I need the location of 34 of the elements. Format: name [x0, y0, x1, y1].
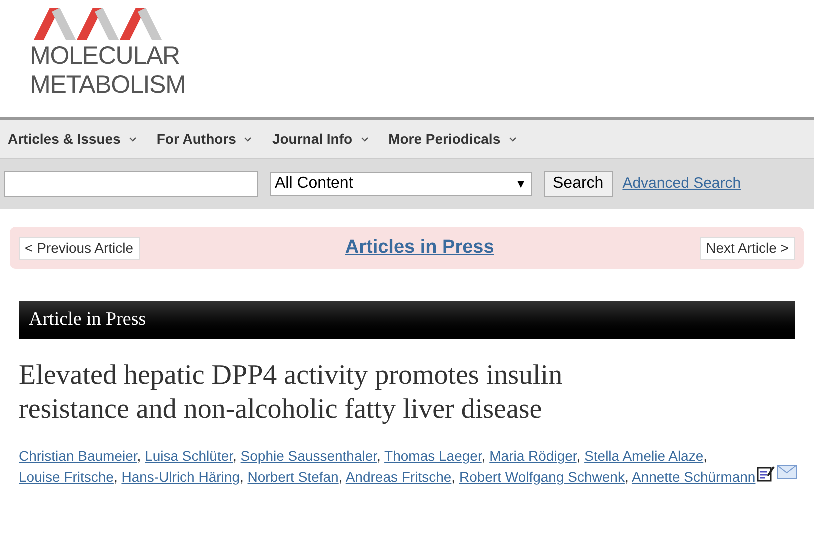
author-link[interactable]: Sophie Saussenthaler	[240, 448, 378, 464]
next-article-button[interactable]: Next Article >	[700, 236, 795, 260]
author-link[interactable]: Stella Amelie Alaze	[584, 448, 704, 464]
chevron-down-icon	[508, 136, 517, 142]
article-title: Elevated hepatic DPP4 activity promotes insulin resistance and non-alcoholic fatty liver disease	[19, 359, 564, 427]
chevron-down-icon	[128, 136, 137, 142]
articles-in-press-link[interactable]: Articles in Press	[345, 234, 494, 262]
author-link[interactable]: Maria Rödiger	[490, 448, 577, 464]
advanced-search-link[interactable]: Advanced Search	[622, 172, 742, 196]
previous-article-button[interactable]: < Previous Article	[19, 236, 140, 260]
search-field[interactable]	[4, 171, 258, 197]
dropdown-arrow-icon: ▼	[515, 175, 527, 193]
nav-menu-item[interactable]: More Periodicals	[388, 128, 517, 150]
author-list: Christian Baumeier, Luisa Schlüter, Sophie Saussenthaler, Thomas Laeger, Maria Rödiger, Stella Amelie Alaze, Louise Fritsche, Hans-Ulrich Häring, Norbert Stefan, Andreas Fritsche, Robert Wolfgang Schwenk, Annette Schürmann	[19, 447, 804, 486]
nav-menu-item[interactable]: For Authors	[156, 128, 252, 150]
chevron-down-icon	[244, 136, 252, 142]
author-link[interactable]: Andreas Fritsche	[346, 469, 452, 485]
logo-text: MOLECULAR	[30, 42, 181, 71]
note-icon[interactable]	[756, 465, 775, 482]
article-type-banner: Article in Press	[19, 301, 795, 339]
author-link[interactable]: Annette Schürmann	[632, 469, 756, 485]
author-link[interactable]: Thomas Laeger	[384, 448, 482, 464]
nav-menu-item[interactable]: Articles & Issues	[8, 128, 137, 150]
logo-text: METABOLISM	[30, 71, 187, 100]
nav-menu-item[interactable]: Journal Info	[272, 128, 369, 150]
author-link[interactable]: Luisa Schlüter	[145, 448, 234, 464]
author-link[interactable]: Hans-Ulrich Häring	[122, 469, 240, 485]
search-button[interactable]: Search	[544, 171, 613, 197]
author-link[interactable]: Norbert Stefan	[248, 469, 339, 485]
author-link[interactable]: Christian Baumeier	[19, 448, 138, 464]
author-link[interactable]: Robert Wolfgang Schwenk	[459, 469, 625, 485]
scope-dropdown[interactable]: All Content ▼	[270, 172, 532, 196]
chevron-down-icon	[360, 136, 369, 142]
author-link[interactable]: Louise Fritsche	[19, 469, 114, 485]
